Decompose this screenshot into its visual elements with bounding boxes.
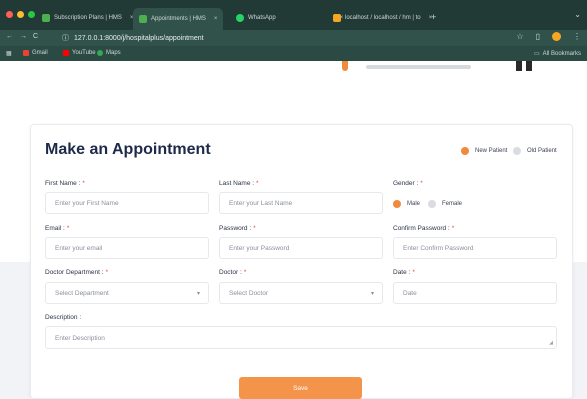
hero-shape	[366, 65, 471, 69]
description-label: Description :	[45, 314, 82, 321]
url-field[interactable]: ⓘ 127.0.0.1:8000/j/hospitalplus/appointm…	[62, 33, 204, 43]
department-label: Doctor Department : *	[45, 269, 109, 276]
radio-selected-icon[interactable]	[461, 147, 469, 155]
tab-subscription-plans[interactable]: Subscription Plans | HMS ×	[42, 11, 133, 25]
tab-label: WhatsApp	[248, 15, 276, 21]
gender-label: Gender : *	[393, 180, 423, 187]
menu-icon[interactable]: ⋮	[573, 32, 581, 41]
new-tab-icon[interactable]: +	[431, 12, 436, 22]
password-label: Password : *	[219, 225, 256, 232]
radio-unselected-icon[interactable]	[513, 147, 521, 155]
reload-icon[interactable]: C	[33, 33, 38, 40]
bookmark-label: Maps	[106, 50, 121, 56]
radio-unselected-icon[interactable]	[428, 200, 436, 208]
site-info-icon[interactable]: ⓘ	[62, 33, 69, 43]
bookmarks-bar: ▦ Gmail YouTube Maps ▭ All Bookmarks	[0, 46, 587, 61]
forward-icon[interactable]: →	[20, 33, 27, 40]
gender-male[interactable]: Male	[393, 200, 420, 208]
patient-type-new[interactable]: New Patient	[461, 147, 507, 155]
gender-option-label: Female	[442, 201, 463, 207]
toolbar-actions: ☆ ▯ ⋮	[516, 32, 581, 41]
bookmark-label: YouTube	[72, 50, 96, 56]
confirm-password-label: Confirm Password : *	[393, 225, 455, 232]
bookmark-star-icon[interactable]: ☆	[516, 32, 523, 41]
page-title: Make an Appointment	[45, 141, 211, 158]
close-window-icon[interactable]	[6, 11, 13, 18]
bookmark-gmail[interactable]: Gmail	[23, 50, 48, 56]
department-select[interactable]: Select Department ▾	[45, 282, 209, 304]
tab-label: Appointments | HMS	[151, 16, 206, 22]
apps-icon[interactable]: ▦	[6, 50, 12, 57]
resize-handle-icon[interactable]: ◢	[549, 340, 553, 346]
hero-shape	[342, 61, 348, 71]
bookmark-youtube[interactable]: YouTube	[63, 50, 96, 56]
maps-icon	[97, 50, 103, 56]
appointment-card	[30, 124, 573, 399]
tab-appointments[interactable]: Appointments | HMS ×	[133, 8, 224, 30]
gender-option-label: Male	[407, 201, 421, 207]
profile-avatar[interactable]	[552, 32, 561, 41]
last-name-field[interactable]: Enter your Last Name	[219, 192, 383, 214]
bookmark-label: Gmail	[32, 50, 48, 56]
tab-localhost[interactable]: localhost / localhost / hm | to ×	[333, 11, 432, 25]
tab-search-icon[interactable]: ⌄	[574, 10, 581, 19]
all-bookmarks[interactable]: ▭ All Bookmarks	[533, 50, 581, 58]
bookmark-maps[interactable]: Maps	[97, 50, 121, 56]
hms-favicon-icon	[139, 15, 147, 23]
bookmark-label: All Bookmarks	[542, 50, 581, 57]
tab-label: Subscription Plans | HMS	[54, 15, 122, 21]
maximize-window-icon[interactable]	[28, 11, 35, 18]
email-label: Email : *	[45, 225, 70, 232]
doctor-label: Doctor : *	[219, 269, 247, 276]
close-tab-icon[interactable]: ×	[214, 16, 218, 22]
sidepanel-icon[interactable]: ▯	[536, 32, 540, 41]
hero-shape	[516, 61, 522, 71]
hero-shape	[526, 61, 532, 71]
gmail-icon	[23, 50, 29, 56]
phpmyadmin-icon	[333, 14, 341, 22]
chevron-down-icon: ▾	[370, 291, 374, 297]
email-field[interactable]: Enter your email	[45, 237, 209, 259]
patient-type-label: New Patient	[475, 148, 508, 154]
date-field[interactable]: Date	[393, 282, 557, 304]
url-text: 127.0.0.1:8000/j/hospitalplus/appointmen…	[74, 34, 204, 42]
password-field[interactable]: Enter your Password	[219, 237, 383, 259]
folder-icon: ▭	[533, 51, 540, 57]
confirm-password-field[interactable]: Enter Confirm Password	[393, 237, 557, 259]
whatsapp-icon	[236, 14, 244, 22]
patient-type-label: Old Patient	[527, 148, 557, 154]
back-icon[interactable]: ←	[6, 33, 13, 40]
youtube-icon	[63, 50, 69, 56]
hms-favicon-icon	[42, 14, 50, 22]
radio-selected-icon[interactable]	[393, 200, 401, 208]
date-label: Date : *	[393, 269, 415, 276]
window-controls[interactable]	[6, 11, 35, 18]
address-bar: ← → C ⓘ 127.0.0.1:8000/j/hospitalplus/ap…	[0, 30, 587, 46]
save-button[interactable]: Save	[239, 377, 362, 399]
tab-whatsapp[interactable]: WhatsApp ×	[236, 11, 343, 25]
last-name-label: Last Name : *	[219, 180, 259, 187]
minimize-window-icon[interactable]	[17, 11, 24, 18]
gender-female[interactable]: Female	[428, 200, 462, 208]
hero-image-edge	[342, 61, 542, 71]
description-textarea[interactable]: Enter Description ◢	[45, 326, 557, 349]
first-name-field[interactable]: Enter your First Name	[45, 192, 209, 214]
patient-type-old[interactable]: Old Patient	[513, 147, 557, 155]
first-name-label: First Name : *	[45, 180, 85, 187]
chevron-down-icon: ▾	[196, 291, 200, 297]
browser-tabbar: Subscription Plans | HMS × Appointments …	[0, 0, 587, 30]
tab-label: localhost / localhost / hm | to	[345, 15, 421, 21]
doctor-select[interactable]: Select Doctor ▾	[219, 282, 383, 304]
